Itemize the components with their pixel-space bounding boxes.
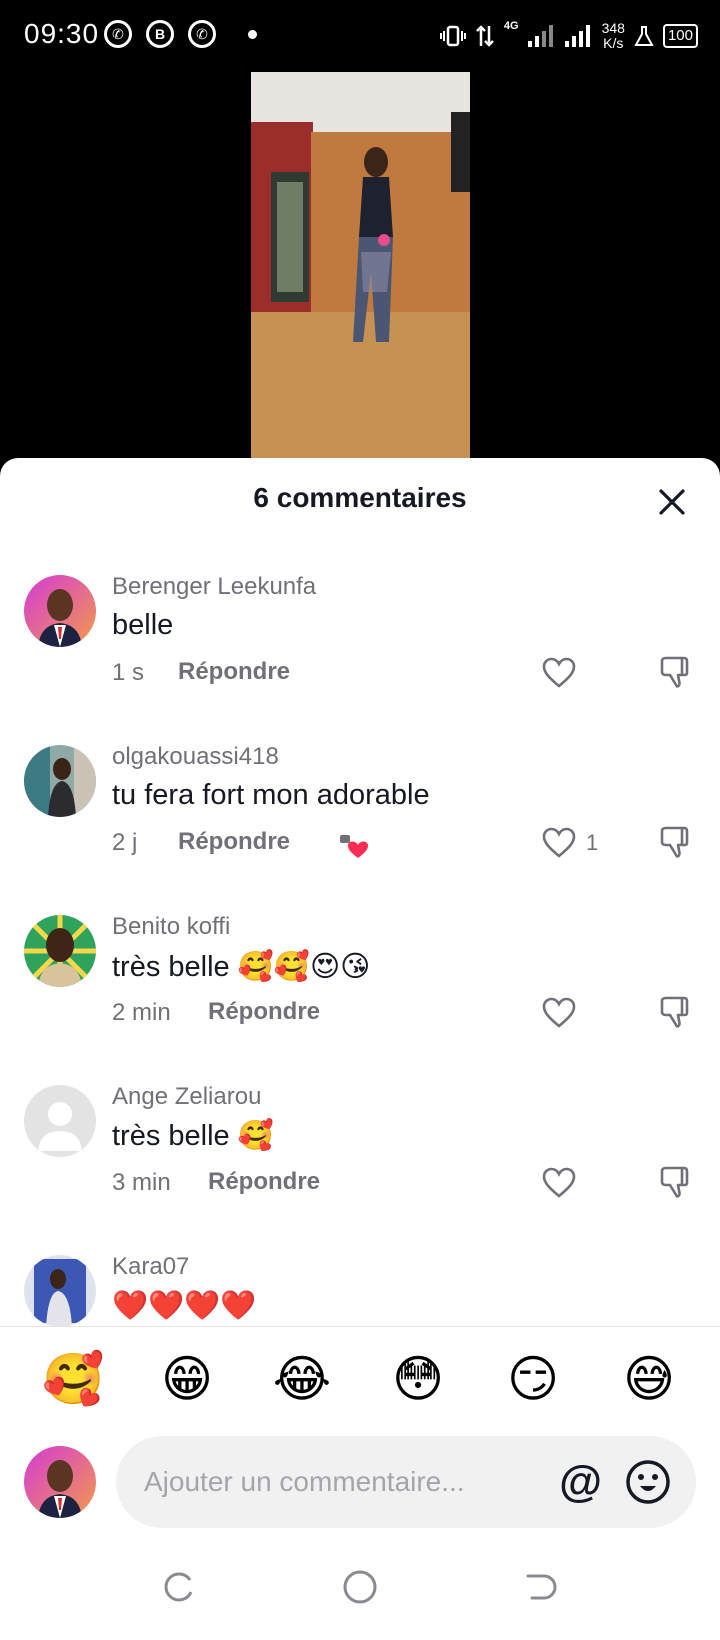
dislike-button[interactable] [658, 655, 694, 691]
comment-time: 2 min [112, 999, 171, 1026]
current-user-avatar[interactable] [24, 1446, 96, 1518]
comment-time: 3 min [112, 1169, 171, 1196]
comment-time: 1 s [112, 659, 145, 686]
comment-input-row: Ajouter un commentaire... @ [0, 1436, 720, 1546]
emoji-button[interactable]: 😂 [272, 1349, 332, 1409]
close-button[interactable] [652, 482, 692, 522]
default-avatar-icon [24, 1085, 96, 1157]
back-icon[interactable] [524, 1570, 558, 1604]
close-icon [659, 489, 685, 515]
comment-username[interactable]: olgakouassi418 [112, 743, 279, 771]
thumbs-down-icon [660, 996, 689, 1028]
dislike-button[interactable] [658, 825, 694, 861]
heart-icon [542, 657, 576, 688]
thumbs-down-icon [660, 826, 689, 858]
emoji-button[interactable]: 😅 [619, 1349, 679, 1409]
quick-emoji-bar: 🥰 😁 😂 😳 😏 😅 [0, 1326, 720, 1437]
like-button[interactable] [542, 1165, 586, 1201]
comment-item: Ange Zeliarou très belle 🥰 3 min Répondr… [0, 1083, 720, 1255]
emoji-button[interactable]: 😳 [388, 1349, 448, 1409]
status-right: 4G 348 K/s 100 [439, 16, 698, 56]
avatar[interactable] [24, 915, 96, 987]
signal-icon [527, 25, 553, 47]
comment-text: très belle 🥰 [112, 1120, 274, 1152]
heart-icon [542, 997, 576, 1028]
reply-button[interactable]: Répondre [178, 658, 290, 686]
like-button[interactable]: 1 [542, 825, 598, 861]
reply-button[interactable]: Répondre [208, 998, 320, 1026]
heart-icon [542, 827, 576, 858]
recent-apps-icon[interactable] [162, 1570, 196, 1604]
avatar[interactable] [24, 1255, 96, 1326]
comment-text: belle [112, 609, 174, 641]
dislike-button[interactable] [658, 1165, 694, 1201]
battery-level: 100 [662, 24, 698, 48]
avatar[interactable] [24, 1085, 96, 1157]
whatsapp-icon-2: ✆ [188, 20, 216, 48]
comment-item: olgakouassi418 tu fera fort mon adorable… [0, 743, 720, 915]
comment-text: ❤️❤️❤️❤️ [112, 1290, 257, 1322]
comment-item: Benito koffi très belle 🥰🥰😍😘 2 min Répon… [0, 913, 720, 1085]
emoji-button[interactable]: 😁 [157, 1349, 217, 1409]
like-button[interactable] [542, 995, 586, 1031]
thumbs-down-icon [660, 1166, 689, 1198]
reply-button[interactable]: Répondre [178, 828, 290, 856]
comment-input[interactable]: Ajouter un commentaire... @ [116, 1436, 696, 1528]
dislike-button[interactable] [658, 995, 694, 1031]
speed-unit: K/s [603, 35, 624, 51]
speed-value: 348 [601, 20, 625, 36]
thumbs-down-icon [660, 656, 689, 688]
whatsapp-business-icon: B [146, 20, 174, 48]
comment-text: tu fera fort mon adorable [112, 779, 430, 811]
avatar[interactable] [24, 575, 96, 647]
emoji-button[interactable]: 😏 [503, 1349, 563, 1409]
comment-item: Kara07 ❤️❤️❤️❤️ [0, 1255, 720, 1326]
data-transfer-icon [476, 25, 494, 47]
comment-text: très belle 🥰🥰😍😘 [112, 951, 371, 983]
comment-username[interactable]: Benito koffi [112, 913, 230, 941]
vibrate-icon [439, 25, 466, 47]
comment-time: 2 j [112, 829, 138, 856]
whatsapp-icon: ✆ [104, 20, 132, 48]
comment-username[interactable]: Kara07 [112, 1255, 189, 1281]
emoji-button[interactable]: 🥰 [42, 1349, 104, 1409]
signal-icon-2 [564, 25, 590, 47]
video-frame-image [251, 72, 470, 458]
notification-dot-icon [248, 30, 257, 39]
mention-icon[interactable]: @ [559, 1458, 602, 1506]
network-speed: 348 K/s [602, 21, 625, 51]
status-time: 09:30 [24, 18, 100, 49]
comment-username[interactable]: Berenger Leekunfa [112, 573, 316, 601]
avatar[interactable] [24, 745, 96, 817]
system-nav-bar [0, 1546, 720, 1640]
video-preview[interactable] [251, 72, 470, 458]
emoji-picker-icon[interactable] [624, 1458, 672, 1506]
comment-item: Berenger Leekunfa belle 1 s Répondre [0, 573, 720, 745]
home-icon[interactable] [341, 1568, 379, 1606]
comment-input-placeholder: Ajouter un commentaire... [144, 1466, 465, 1497]
comments-title: 6 commentaires [253, 482, 467, 513]
reply-button[interactable]: Répondre [208, 1168, 320, 1196]
flask-icon [634, 26, 654, 46]
like-button[interactable] [542, 655, 586, 691]
comment-username[interactable]: Ange Zeliarou [112, 1083, 261, 1111]
heart-icon [542, 1167, 576, 1198]
network-type: 4G [503, 20, 519, 32]
like-count: 1 [586, 830, 599, 855]
creator-liked-icon [340, 835, 368, 858]
status-bar: 09:30 ✆ B ✆ 4G 348 K/s 100 [0, 0, 720, 72]
